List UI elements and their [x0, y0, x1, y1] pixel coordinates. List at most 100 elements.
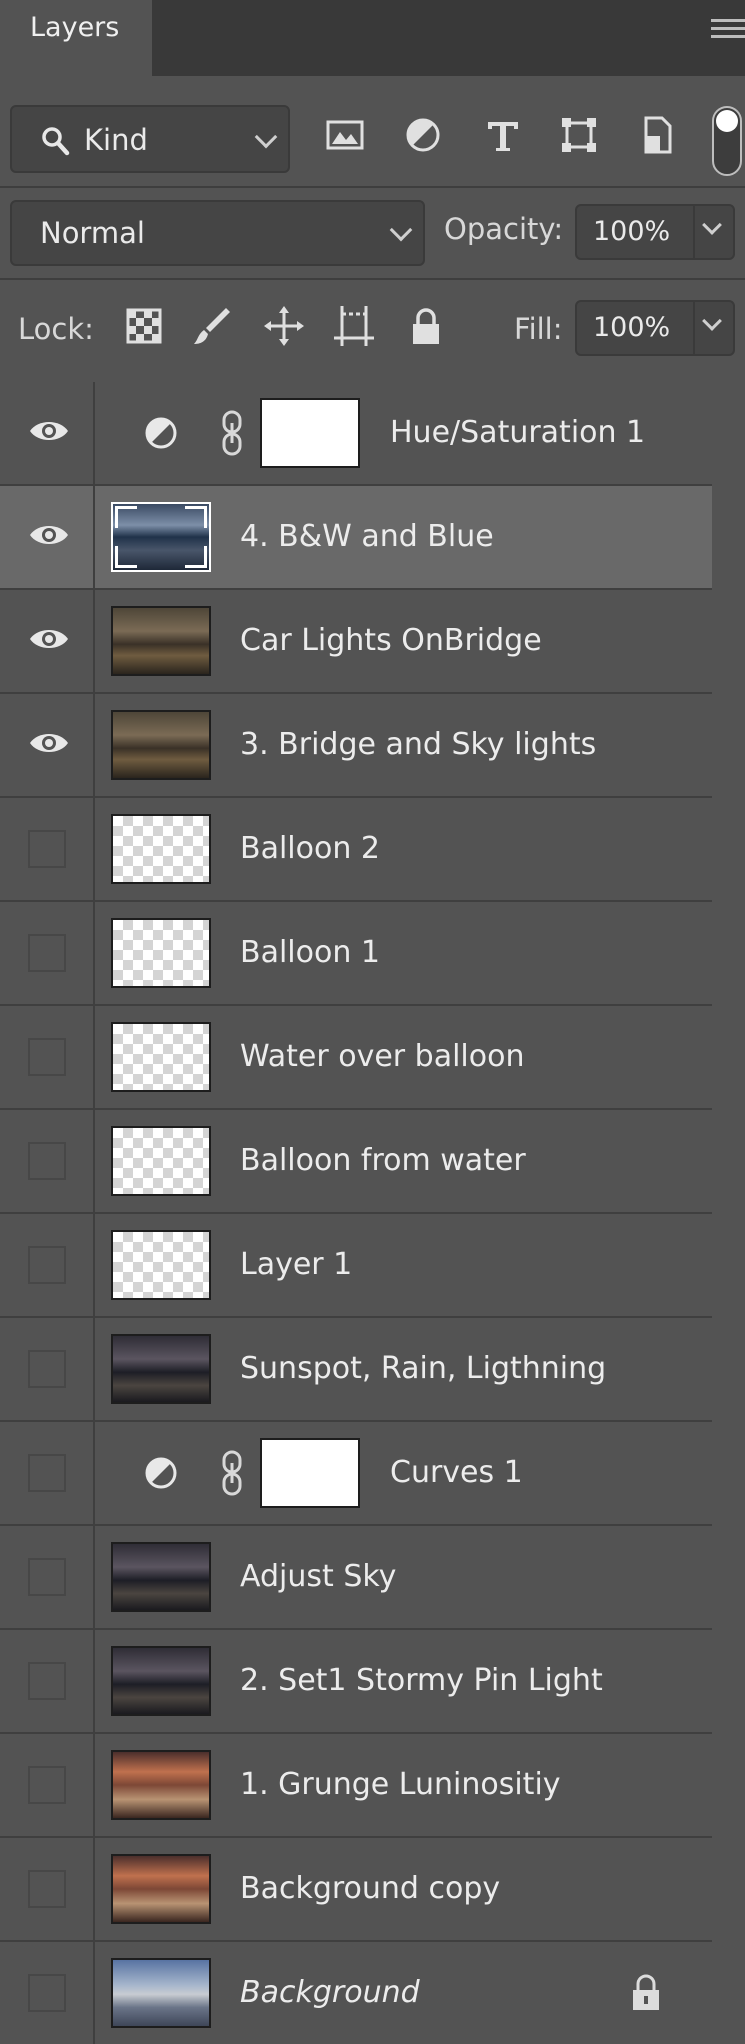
layer-name[interactable]: Background copy — [240, 1871, 500, 1906]
lock-artboard-icon[interactable] — [332, 304, 376, 348]
link-chain-icon[interactable] — [218, 1449, 246, 1497]
opacity-dropdown[interactable] — [693, 206, 733, 258]
fill-dropdown[interactable] — [693, 302, 733, 354]
lock-all-icon[interactable] — [404, 304, 448, 348]
lock-position-icon[interactable] — [262, 304, 306, 348]
lock-image-pixels-icon[interactable] — [190, 304, 234, 348]
visibility-toggle[interactable] — [0, 1942, 95, 2044]
blend-row: Normal Opacity: 100% — [0, 186, 745, 278]
layer-thumbnail[interactable] — [111, 1230, 211, 1300]
adjustment-layer-icon — [143, 1455, 179, 1491]
panel-menu-icon[interactable] — [711, 14, 745, 44]
visibility-toggle[interactable] — [0, 590, 95, 692]
layer-name[interactable]: 2. Set1 Stormy Pin Light — [240, 1663, 603, 1698]
layer-thumbnail[interactable] — [111, 710, 211, 780]
layer-row[interactable]: Adjust Sky — [0, 1526, 712, 1630]
visibility-toggle[interactable] — [0, 694, 95, 796]
lock-transparent-pixels-icon[interactable] — [122, 304, 166, 348]
layer-row[interactable]: Hue/Saturation 1 — [0, 382, 712, 486]
layer-name[interactable]: Balloon from water — [240, 1143, 526, 1178]
lock-row: Lock: Fill: 100% — [0, 278, 745, 378]
layer-name[interactable]: Balloon 1 — [240, 935, 380, 970]
layer-name[interactable]: Adjust Sky — [240, 1559, 396, 1594]
visibility-toggle[interactable] — [0, 1006, 95, 1108]
tab-layers[interactable]: Layers — [0, 0, 152, 76]
scrollbar-track[interactable] — [712, 382, 745, 2044]
opacity-field[interactable]: 100% — [575, 204, 735, 260]
layer-thumbnail[interactable] — [111, 1126, 211, 1196]
layer-thumbnail[interactable] — [111, 606, 211, 676]
layer-row[interactable]: 1. Grunge Luninositiy — [0, 1734, 712, 1838]
visibility-toggle[interactable] — [0, 902, 95, 1004]
layer-name[interactable]: 1. Grunge Luninositiy — [240, 1767, 561, 1802]
layer-name[interactable]: Sunspot, Rain, Ligthning — [240, 1351, 606, 1386]
visibility-toggle[interactable] — [0, 1630, 95, 1732]
adjustment-filter-icon[interactable] — [402, 114, 444, 156]
eye-icon — [28, 624, 70, 654]
layer-row[interactable]: Balloon from water — [0, 1110, 712, 1214]
layer-name[interactable]: Layer 1 — [240, 1247, 352, 1282]
fill-field[interactable]: 100% — [575, 300, 735, 356]
layer-row[interactable]: Car Lights OnBridge — [0, 590, 712, 694]
lock-label: Lock: — [18, 312, 94, 346]
link-chain-icon[interactable] — [218, 409, 246, 457]
layer-name[interactable]: Water over balloon — [240, 1039, 524, 1074]
layer-row[interactable]: Layer 1 — [0, 1214, 712, 1318]
layer-thumbnail[interactable] — [111, 1022, 211, 1092]
layer-thumbnail[interactable] — [111, 1750, 211, 1820]
filter-row: Kind — [0, 76, 745, 186]
layer-row[interactable]: Balloon 2 — [0, 798, 712, 902]
visibility-toggle[interactable] — [0, 1318, 95, 1420]
visibility-toggle[interactable] — [0, 1734, 95, 1836]
visibility-off-box — [28, 934, 66, 972]
layer-name[interactable]: Balloon 2 — [240, 831, 380, 866]
visibility-off-box — [28, 1766, 66, 1804]
visibility-toggle[interactable] — [0, 1214, 95, 1316]
visibility-toggle[interactable] — [0, 1110, 95, 1212]
layer-thumbnail[interactable] — [111, 1958, 211, 2028]
chevron-down-icon — [389, 218, 413, 242]
visibility-toggle[interactable] — [0, 1838, 95, 1940]
visibility-toggle[interactable] — [0, 382, 95, 484]
layer-thumbnail[interactable] — [111, 814, 211, 884]
layer-mask-thumbnail[interactable] — [260, 1438, 360, 1508]
layer-name[interactable]: 3. Bridge and Sky lights — [240, 727, 596, 762]
layer-thumbnail[interactable] — [111, 1542, 211, 1612]
layer-row[interactable]: 2. Set1 Stormy Pin Light — [0, 1630, 712, 1734]
layer-thumbnail[interactable] — [111, 1646, 211, 1716]
filter-toggle-switch[interactable] — [712, 106, 742, 176]
layer-thumbnail[interactable] — [111, 1854, 211, 1924]
layer-thumbnail[interactable] — [111, 1334, 211, 1404]
layer-name[interactable]: Car Lights OnBridge — [240, 623, 542, 658]
image-filter-icon[interactable] — [324, 114, 366, 156]
shape-filter-icon[interactable] — [558, 114, 600, 156]
smart-object-filter-icon[interactable] — [636, 114, 678, 156]
layer-mask-thumbnail[interactable] — [260, 398, 360, 468]
layer-row[interactable]: Sunspot, Rain, Ligthning — [0, 1318, 712, 1422]
layer-row[interactable]: Background copy — [0, 1838, 712, 1942]
layer-name[interactable]: Curves 1 — [390, 1455, 523, 1490]
layer-thumbnail[interactable] — [111, 918, 211, 988]
layers-list: Hue/Saturation 1 4. B&W and Blue Car Light… — [0, 382, 712, 2044]
layer-row[interactable]: 4. B&W and Blue — [0, 486, 712, 590]
blend-mode-select[interactable]: Normal — [10, 200, 425, 266]
layer-row[interactable]: 3. Bridge and Sky lights — [0, 694, 712, 798]
layer-row[interactable]: Balloon 1 — [0, 902, 712, 1006]
kind-filter-select[interactable]: Kind — [10, 105, 290, 173]
visibility-toggle[interactable] — [0, 1526, 95, 1628]
visibility-toggle[interactable] — [0, 486, 95, 588]
visibility-toggle[interactable] — [0, 798, 95, 900]
chevron-down-icon — [702, 215, 722, 235]
layer-locked-icon[interactable] — [628, 1972, 664, 2014]
eye-icon — [28, 416, 70, 446]
layer-row[interactable]: Curves 1 — [0, 1422, 712, 1526]
layer-row[interactable]: Water over balloon — [0, 1006, 712, 1110]
visibility-toggle[interactable] — [0, 1422, 95, 1524]
layer-row[interactable]: Background — [0, 1942, 712, 2044]
type-filter-icon[interactable] — [482, 114, 524, 156]
layer-name[interactable]: Hue/Saturation 1 — [390, 415, 645, 450]
layer-name[interactable]: 4. B&W and Blue — [240, 519, 494, 554]
layer-thumbnail[interactable] — [111, 502, 211, 572]
visibility-off-box — [28, 1454, 66, 1492]
layer-name[interactable]: Background — [240, 1975, 420, 2010]
